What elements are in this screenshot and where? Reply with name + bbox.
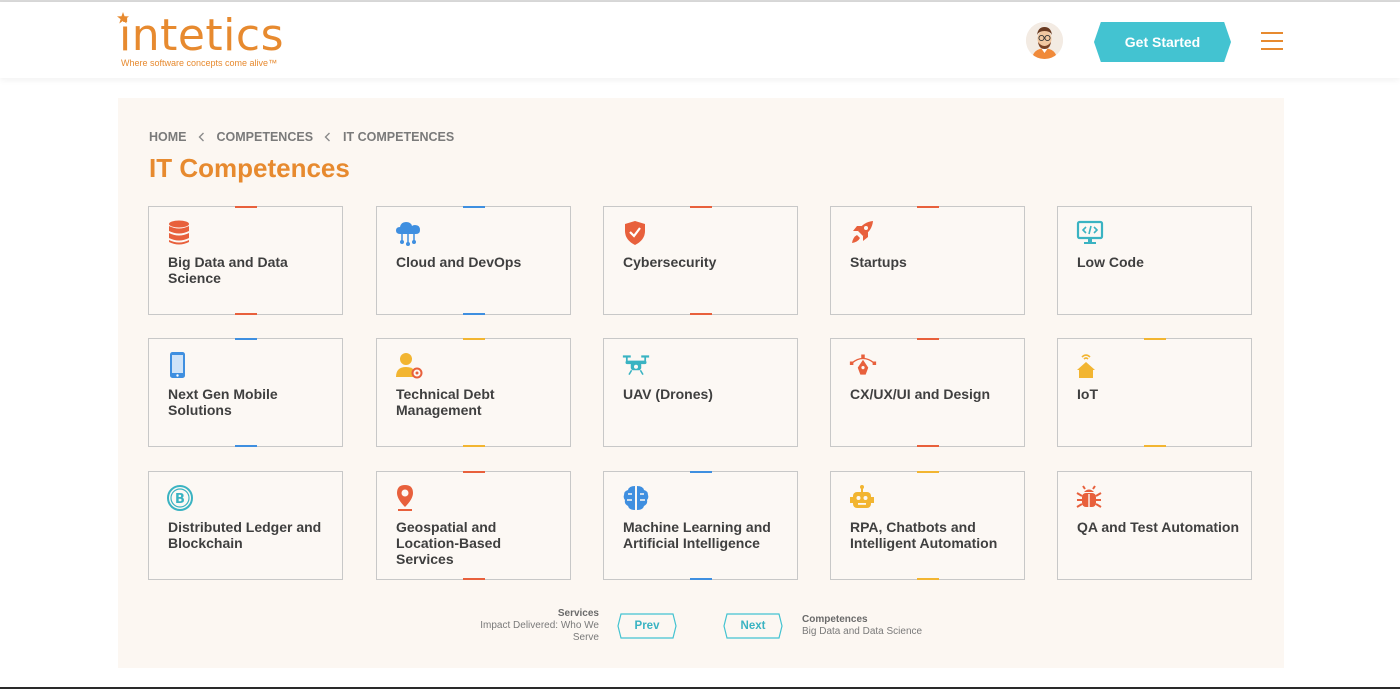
card-accent (1144, 338, 1166, 340)
card-accent (1144, 445, 1166, 447)
next-button-label: Next (740, 620, 766, 632)
card-accent (690, 206, 712, 208)
card-label: Big Data and Data Science (168, 254, 288, 286)
card-machine-learning[interactable]: Machine Learning and Artificial Intellig… (603, 471, 798, 580)
prev-page-info[interactable]: Services Impact Delivered: Who We Serve (462, 608, 599, 644)
card-distributed-ledger[interactable]: B Distributed Ledger and Blockchain (148, 471, 343, 580)
prev-button-label: Prev (634, 620, 660, 632)
card-uav-drones[interactable]: UAV (Drones) (603, 338, 798, 447)
card-accent (917, 206, 939, 208)
card-qa-test-automation[interactable]: QA and Test Automation (1057, 471, 1252, 580)
card-accent (917, 578, 939, 580)
card-accent (235, 313, 257, 315)
card-label: Distributed Ledger and Blockchain (168, 519, 322, 551)
card-label: Low Code (1077, 254, 1144, 270)
card-label: Cloud and DevOps (396, 254, 522, 270)
get-started-button[interactable]: Get Started (1094, 22, 1231, 62)
next-page-title: Competences (802, 614, 868, 625)
card-technical-debt[interactable]: Technical Debt Management (376, 338, 571, 447)
site-header: intetics Where software concepts come al… (0, 2, 1400, 78)
avatar-illustration (1026, 22, 1063, 59)
card-accent (690, 471, 712, 473)
svg-text:B: B (175, 492, 185, 507)
card-accent (463, 471, 485, 473)
drone-icon (622, 355, 650, 376)
breadcrumb-competences[interactable]: COMPETENCES (217, 130, 314, 144)
card-label: QA and Test Automation (1077, 519, 1240, 535)
prev-page-subtitle: Impact Delivered: Who We Serve (480, 620, 599, 643)
card-cybersecurity[interactable]: Cybersecurity (603, 206, 798, 315)
card-iot[interactable]: IoT (1057, 338, 1252, 447)
bitcoin-icon: B (167, 485, 193, 511)
next-page-info[interactable]: Competences Big Data and Data Science (802, 614, 982, 638)
menu-icon[interactable] (1261, 32, 1283, 51)
card-accent (917, 445, 939, 447)
breadcrumb: HOME COMPETENCES IT COMPETENCES (149, 130, 454, 144)
card-accent (690, 313, 712, 315)
card-next-gen-mobile[interactable]: Next Gen Mobile Solutions (148, 338, 343, 447)
smart-home-icon (1077, 354, 1095, 378)
intetics-logo[interactable]: intetics Where software concepts come al… (117, 10, 317, 72)
prev-button[interactable]: Prev (617, 613, 677, 639)
robot-icon (850, 485, 874, 508)
chevron-left-icon (324, 132, 331, 142)
pen-tool-icon (849, 354, 877, 375)
card-label: Next Gen Mobile Solutions (168, 386, 278, 418)
card-label: Machine Learning and Artificial Intellig… (623, 519, 771, 551)
chevron-left-icon (198, 132, 204, 142)
bug-icon (1076, 485, 1102, 508)
card-low-code[interactable]: Low Code (1057, 206, 1252, 315)
card-big-data[interactable]: Big Data and Data Science (148, 206, 343, 315)
card-accent (917, 471, 939, 473)
card-accent (463, 578, 485, 580)
card-accent (690, 578, 712, 580)
card-geospatial[interactable]: Geospatial and Location-Based Services (376, 471, 571, 580)
card-accent (463, 206, 485, 208)
card-label: Cybersecurity (623, 254, 717, 270)
card-accent (235, 338, 257, 340)
card-accent (463, 313, 485, 315)
card-label: Geospatial and Location-Based Services (396, 519, 502, 567)
card-startups[interactable]: Startups (830, 206, 1025, 315)
card-label: CX/UX/UI and Design (850, 386, 991, 402)
map-pin-icon (397, 485, 413, 511)
page-title: IT Competences (149, 153, 350, 183)
breadcrumb-home[interactable]: HOME (149, 130, 187, 144)
card-accent (463, 338, 485, 340)
card-label: RPA, Chatbots and Intelligent Automation (850, 519, 998, 551)
card-cloud-devops[interactable]: Cloud and DevOps (376, 206, 571, 315)
breadcrumb-current: IT COMPETENCES (343, 130, 455, 144)
card-accent (917, 338, 939, 340)
avatar[interactable] (1026, 22, 1063, 59)
prev-page-title: Services (557, 608, 599, 619)
monitor-code-icon (1076, 220, 1104, 244)
card-accent (235, 445, 257, 447)
card-label: IoT (1077, 386, 1098, 402)
card-label: Technical Debt Management (396, 386, 495, 418)
cloud-network-icon (396, 222, 420, 246)
brain-icon (623, 486, 649, 510)
logo-wordmark: intetics (119, 10, 285, 61)
user-gear-icon (396, 353, 423, 379)
mobile-phone-icon (170, 352, 185, 378)
card-rpa-chatbots[interactable]: RPA, Chatbots and Intelligent Automation (830, 471, 1025, 580)
card-cx-ux-ui-design[interactable]: CX/UX/UI and Design (830, 338, 1025, 447)
card-label: Startups (850, 254, 907, 270)
next-page-subtitle: Big Data and Data Science (802, 626, 923, 637)
next-button[interactable]: Next (723, 613, 783, 639)
card-accent (235, 206, 257, 208)
logo-tagline: Where software concepts come alive™ (121, 58, 278, 68)
card-label: UAV (Drones) (623, 386, 713, 402)
database-icon (169, 220, 189, 245)
shield-check-icon (625, 221, 645, 245)
card-accent (463, 445, 485, 447)
rocket-icon (852, 221, 873, 243)
